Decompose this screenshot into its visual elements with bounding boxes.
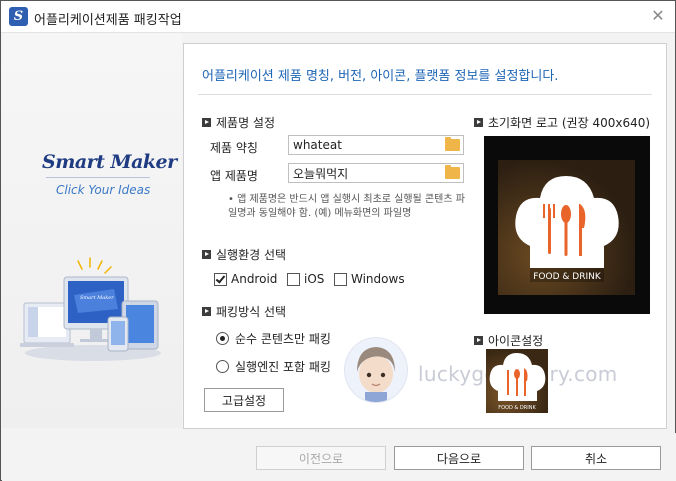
icon-setting-section-header: 아이콘설정 bbox=[474, 332, 543, 349]
ios-checkbox[interactable] bbox=[287, 272, 300, 286]
arrow-bullet-icon bbox=[202, 307, 211, 316]
option-label: iOS bbox=[304, 272, 325, 286]
avatar bbox=[344, 337, 408, 403]
packing-option-content-only[interactable]: 순수 콘텐츠만 패킹 bbox=[216, 330, 331, 347]
svg-text:Smart Maker: Smart Maker bbox=[80, 295, 114, 301]
product-short-name-label: 제품 약칭 bbox=[210, 141, 258, 155]
product-name-section-header: 제품명 설정 bbox=[202, 114, 275, 131]
devices-illustration-icon: Smart Maker bbox=[20, 257, 161, 361]
footer-bar: 이전으로 다음으로 취소 bbox=[2, 433, 676, 481]
section-title: 초기화면 로고 (권장 400x640) bbox=[488, 116, 651, 130]
title-bar: S 어플리케이션제품 패킹작업 ✕ bbox=[1, 1, 675, 33]
platform-option-windows[interactable]: Windows bbox=[334, 272, 405, 286]
smart-maker-logo: Smart Maker bbox=[42, 151, 177, 173]
option-label: 순수 콘텐츠만 패킹 bbox=[235, 332, 331, 346]
product-short-name-input[interactable] bbox=[289, 136, 445, 154]
splash-logo-section-header: 초기화면 로고 (권장 400x640) bbox=[474, 114, 650, 131]
platform-option-ios[interactable]: iOS bbox=[287, 272, 324, 286]
folder-icon[interactable] bbox=[445, 165, 460, 179]
chef-hat-logo-icon: FOOD & DRINK bbox=[489, 353, 546, 411]
app-icon-preview[interactable]: FOOD & DRINK bbox=[486, 349, 548, 413]
chef-hat-logo-icon: FOOD & DRINK bbox=[515, 176, 619, 282]
logo-divider bbox=[46, 177, 150, 178]
page-headline: 어플리케이션 제품 명칭, 버전, 아이콘, 플랫폼 정보를 설정합니다. bbox=[202, 69, 559, 84]
arrow-bullet-icon bbox=[202, 118, 211, 127]
icon-caption: FOOD & DRINK bbox=[498, 405, 536, 411]
settings-panel: 어플리케이션 제품 명칭, 버전, 아이콘, 플랫폼 정보를 설정합니다. 제품… bbox=[183, 43, 667, 429]
left-branding-panel: Smart Maker Click Your Ideas Smart Maker bbox=[2, 33, 182, 428]
with-engine-radio[interactable] bbox=[216, 360, 229, 373]
app-product-name-input[interactable] bbox=[289, 164, 445, 182]
app-product-name-field[interactable] bbox=[288, 163, 464, 183]
product-short-name-field[interactable] bbox=[288, 135, 464, 155]
cancel-button[interactable]: 취소 bbox=[531, 446, 661, 470]
logo-tagline: Click Your Ideas bbox=[56, 183, 151, 197]
content-only-radio[interactable] bbox=[216, 332, 229, 345]
section-title: 실행환경 선택 bbox=[216, 248, 287, 262]
food-drink-logo-image: FOOD & DRINK bbox=[498, 160, 635, 295]
window-title: 어플리케이션제품 패킹작업 bbox=[34, 13, 182, 28]
advanced-settings-button[interactable]: 고급설정 bbox=[204, 388, 284, 412]
product-name-note: • 앱 제품명은 반드시 앱 실행시 최초로 실행될 콘텐츠 파일명과 동일해야… bbox=[228, 194, 465, 219]
previous-button[interactable]: 이전으로 bbox=[256, 446, 386, 470]
splash-logo-preview[interactable]: FOOD & DRINK bbox=[484, 136, 650, 314]
dialog-window: S 어플리케이션제품 패킹작업 ✕ Smart Maker Click Your… bbox=[0, 0, 676, 481]
packing-method-section-header: 패킹방식 선택 bbox=[202, 303, 286, 320]
arrow-bullet-icon bbox=[474, 118, 483, 127]
arrow-bullet-icon bbox=[474, 336, 483, 345]
runtime-env-section-header: 실행환경 선택 bbox=[202, 246, 286, 263]
folder-icon[interactable] bbox=[445, 137, 460, 151]
section-title: 패킹방식 선택 bbox=[216, 305, 287, 319]
option-label: 실행엔진 포함 패킹 bbox=[235, 360, 331, 374]
option-label: Android bbox=[231, 272, 278, 286]
section-title: 아이콘설정 bbox=[488, 334, 544, 348]
arrow-bullet-icon bbox=[202, 250, 211, 259]
avatar-face-icon bbox=[357, 347, 395, 402]
logo-caption: FOOD & DRINK bbox=[533, 272, 602, 282]
option-label: Windows bbox=[351, 272, 405, 286]
next-button[interactable]: 다음으로 bbox=[394, 446, 524, 470]
close-button[interactable]: ✕ bbox=[649, 7, 667, 25]
android-checkbox[interactable] bbox=[214, 272, 227, 286]
windows-checkbox[interactable] bbox=[334, 272, 347, 286]
headline-divider bbox=[198, 94, 652, 95]
platform-option-android[interactable]: Android bbox=[214, 272, 277, 286]
packing-option-with-engine[interactable]: 실행엔진 포함 패킹 bbox=[216, 358, 331, 375]
app-product-name-label: 앱 제품명 bbox=[210, 169, 258, 183]
smartmaker-app-icon: S bbox=[9, 7, 28, 26]
section-title: 제품명 설정 bbox=[216, 116, 276, 130]
